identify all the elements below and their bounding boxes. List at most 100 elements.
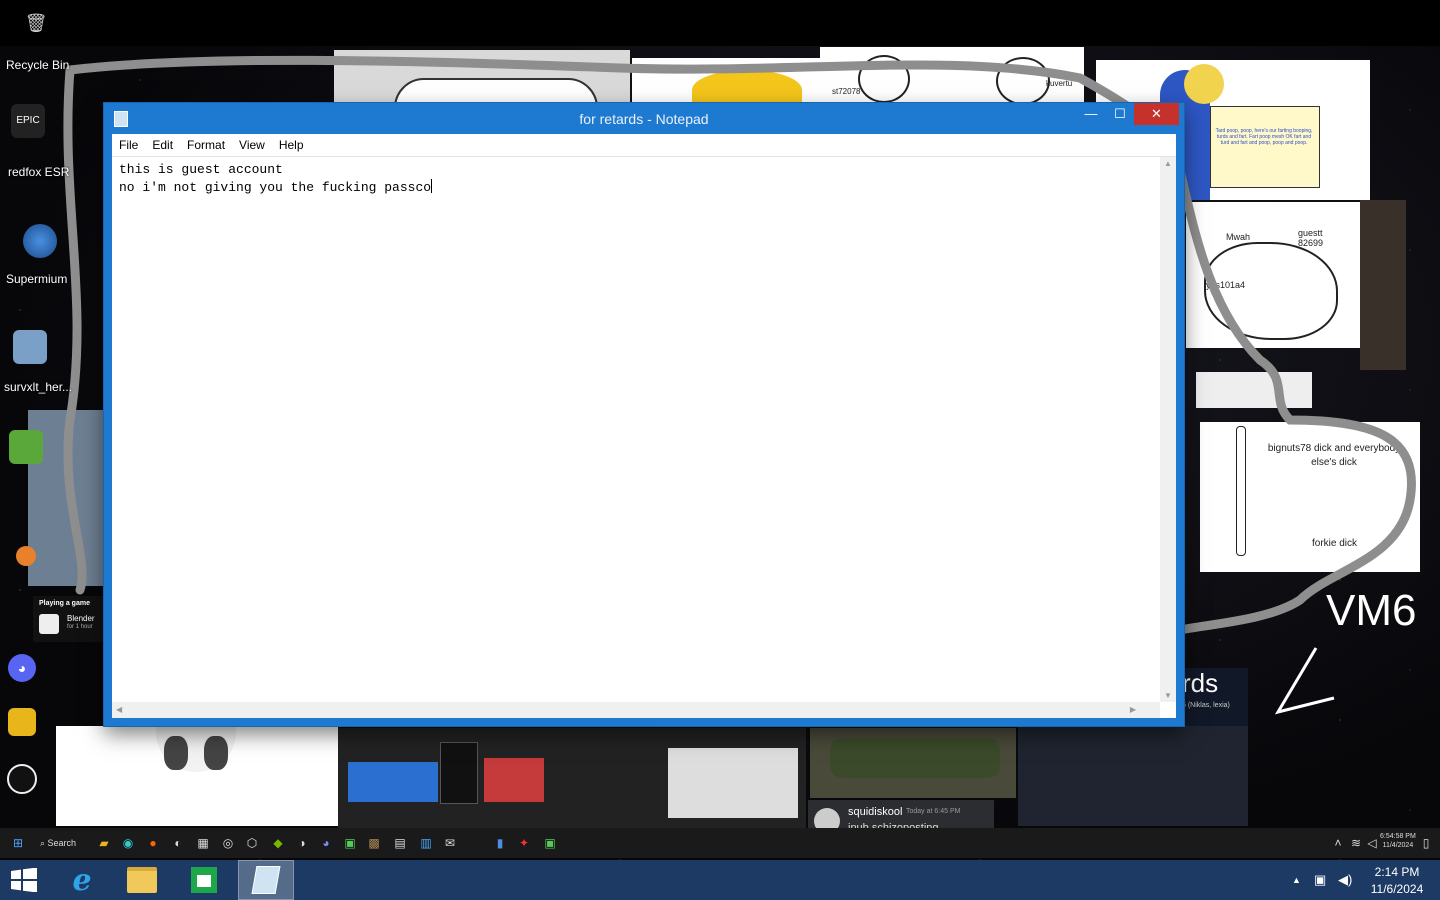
remote-search-button[interactable]: ⌕ Search bbox=[40, 835, 88, 851]
dick-note-text: bignuts78 dick and everybody else's dick bbox=[1267, 443, 1401, 468]
menu-bar: File Edit Format View Help bbox=[112, 134, 1176, 157]
collage-sheep-photo bbox=[56, 726, 338, 826]
taskbar-internet-explorer[interactable]: e bbox=[54, 860, 110, 900]
remote-chrome-icon[interactable]: ◎ bbox=[220, 835, 236, 851]
taskbar-notepad[interactable] bbox=[238, 860, 294, 900]
remote-word-icon[interactable]: ▮ bbox=[492, 835, 508, 851]
remote-date: 11/4/2024 bbox=[1382, 842, 1414, 849]
remote-github-icon[interactable]: ◑ bbox=[294, 835, 310, 851]
yellow-note-text: Tard poop, poop, here's our farting boop… bbox=[1215, 128, 1313, 146]
scroll-down-arrow-icon[interactable]: ▼ bbox=[1164, 691, 1172, 700]
remote-start-icon[interactable]: ⊞ bbox=[10, 835, 26, 851]
recycle-bin-icon[interactable]: 🗑 bbox=[10, 6, 62, 42]
menu-format[interactable]: Format bbox=[180, 134, 232, 156]
system-clock[interactable]: 2:14 PM 11/6/2024 bbox=[1360, 864, 1434, 898]
toast-username: squidiskool bbox=[848, 806, 903, 818]
remote-edge-icon[interactable]: ◉ bbox=[120, 835, 136, 851]
remote-game-icon[interactable]: ✦ bbox=[516, 835, 532, 851]
menu-edit[interactable]: Edit bbox=[145, 134, 180, 156]
collage-comic-faces: st72078 kuvertu bbox=[820, 47, 1084, 105]
vertical-scrollbar[interactable]: ▲ ▼ bbox=[1160, 157, 1176, 702]
menu-view[interactable]: View bbox=[232, 134, 272, 156]
remote-clock[interactable]: 6:54:58 PM 11/4/2024 bbox=[1380, 832, 1416, 850]
collage-cat-sketch: guestt 82699 yes101a4 Mwah bbox=[1186, 202, 1360, 348]
comic-id-label: st72078 bbox=[832, 87, 861, 96]
collage-screenshot-small bbox=[1360, 200, 1406, 370]
remote-vm-icon[interactable]: ▥ bbox=[418, 835, 434, 851]
remote-volume-icon: ◁ bbox=[1367, 836, 1377, 850]
close-button[interactable]: ✕ bbox=[1134, 103, 1179, 125]
playing-duration: for 1 hour bbox=[67, 624, 93, 630]
remote-steam-icon[interactable]: ◐ bbox=[170, 835, 186, 851]
network-icon[interactable]: ▣ bbox=[1314, 860, 1326, 900]
toast-timestamp: Today at 6:45 PM bbox=[906, 808, 961, 815]
desktop-label-recycle-bin: Recycle Bin bbox=[6, 58, 70, 72]
remote-wifi-icon: ≋ bbox=[1350, 836, 1362, 850]
remote-cube-icon[interactable]: ⬡ bbox=[244, 835, 260, 851]
editor-line-2: no i'm not giving you the fucking passco bbox=[119, 180, 432, 195]
epic-games-icon[interactable]: EPIC bbox=[2, 104, 54, 140]
text-caret bbox=[431, 179, 433, 193]
remote-nvidia-icon[interactable]: ◆ bbox=[270, 835, 286, 851]
remote-app-icon[interactable]: ▦ bbox=[195, 835, 211, 851]
tray-chevron-icon[interactable]: ▲ bbox=[1292, 860, 1301, 900]
collage-chat-panel bbox=[1018, 726, 1248, 826]
collage-car-strip bbox=[338, 728, 806, 828]
geometry-dash-icon[interactable] bbox=[0, 708, 48, 738]
notepad-titlebar[interactable]: for retards - Notepad — ☐ ✕ bbox=[104, 103, 1184, 134]
maximize-button[interactable]: ☐ bbox=[1105, 103, 1135, 125]
ubisoft-connect-icon[interactable] bbox=[0, 764, 48, 796]
bluestacks-multi-icon[interactable] bbox=[0, 430, 52, 466]
start-button[interactable] bbox=[0, 860, 48, 900]
remote-minecraft-icon[interactable]: ▩ bbox=[366, 835, 382, 851]
beamng-icon[interactable] bbox=[0, 546, 52, 568]
remote-mail-icon[interactable]: ✉ bbox=[442, 835, 458, 851]
horizontal-scrollbar[interactable]: ◀ ▶ bbox=[112, 702, 1160, 718]
remote-folder-icon[interactable]: ▰ bbox=[96, 835, 112, 851]
discord-icon[interactable]: ◕ bbox=[0, 654, 48, 684]
internet-explorer-icon: e bbox=[72, 862, 92, 898]
taskbar-file-explorer[interactable] bbox=[114, 860, 170, 900]
desktop-label-redfox: redfox ESR bbox=[8, 165, 70, 179]
folder-icon bbox=[127, 867, 157, 893]
clock-time: 2:14 PM bbox=[1374, 865, 1420, 879]
remote-firefox-icon[interactable]: ● bbox=[145, 835, 161, 851]
store-icon bbox=[191, 867, 217, 893]
desktop-label-survxlt: survxlt_her... bbox=[4, 380, 73, 394]
menu-help[interactable]: Help bbox=[272, 134, 311, 156]
scroll-left-arrow-icon[interactable]: ◀ bbox=[116, 705, 122, 714]
remote-xbox-icon[interactable]: ▣ bbox=[342, 835, 358, 851]
remote-tray-chevron-icon[interactable]: ˄ bbox=[1330, 835, 1346, 851]
notepad-taskbar-icon bbox=[251, 866, 281, 894]
remote-discord-icon[interactable]: ◕ bbox=[318, 835, 334, 851]
editor-content[interactable]: this is guest account no i'm not giving … bbox=[119, 161, 433, 197]
game-icon bbox=[39, 614, 59, 634]
virtualbox-icon[interactable] bbox=[4, 330, 56, 366]
notepad-window[interactable]: for retards - Notepad — ☐ ✕ File Edit Form… bbox=[104, 103, 1184, 726]
vm-label: VM6 bbox=[1326, 586, 1417, 635]
text-editor-area[interactable]: this is guest account no i'm not giving … bbox=[112, 157, 1176, 718]
menu-file[interactable]: File bbox=[112, 134, 145, 156]
windows-logo-icon bbox=[11, 868, 37, 892]
taskbar-store[interactable] bbox=[176, 860, 232, 900]
minimize-button[interactable]: — bbox=[1076, 103, 1106, 125]
username-label: yes101a4 bbox=[1206, 280, 1246, 290]
clock-date: 11/6/2024 bbox=[1370, 882, 1424, 896]
remote-notepad-icon[interactable]: ▤ bbox=[392, 835, 408, 851]
scroll-right-arrow-icon[interactable]: ▶ bbox=[1130, 705, 1136, 714]
volume-icon[interactable]: ◀) bbox=[1338, 860, 1352, 900]
kuvertu-label: kuvertu bbox=[1046, 79, 1073, 88]
remote-notification-icon[interactable]: ▯ bbox=[1418, 835, 1434, 851]
collage-white-block bbox=[1196, 372, 1312, 408]
meow-label: Mwah bbox=[1226, 232, 1251, 242]
forkie-label: forkie dick bbox=[1312, 538, 1358, 549]
collage-car-photo bbox=[334, 50, 630, 105]
remote-taskbar: ⊞ ⌕ Search ▰ ◉ ● ◐ ▦ ◎ ⬡ ◆ ◑ ◕ ▣ ▩ ▤ ▥ ✉… bbox=[0, 828, 1440, 858]
remote-green-icon[interactable]: ▣ bbox=[542, 835, 558, 851]
rds-subtitle: 5 (Niklas, lexia) bbox=[1182, 702, 1230, 709]
scroll-up-arrow-icon[interactable]: ▲ bbox=[1164, 159, 1172, 168]
discord-playing-widget: Playing a game Blender for 1 hour bbox=[33, 596, 104, 642]
supermium-browser-icon[interactable] bbox=[14, 224, 66, 260]
collage-dick-drawing: bignuts78 dick and everybody else's dick… bbox=[1200, 422, 1420, 572]
window-title: for retards - Notepad bbox=[579, 111, 709, 127]
